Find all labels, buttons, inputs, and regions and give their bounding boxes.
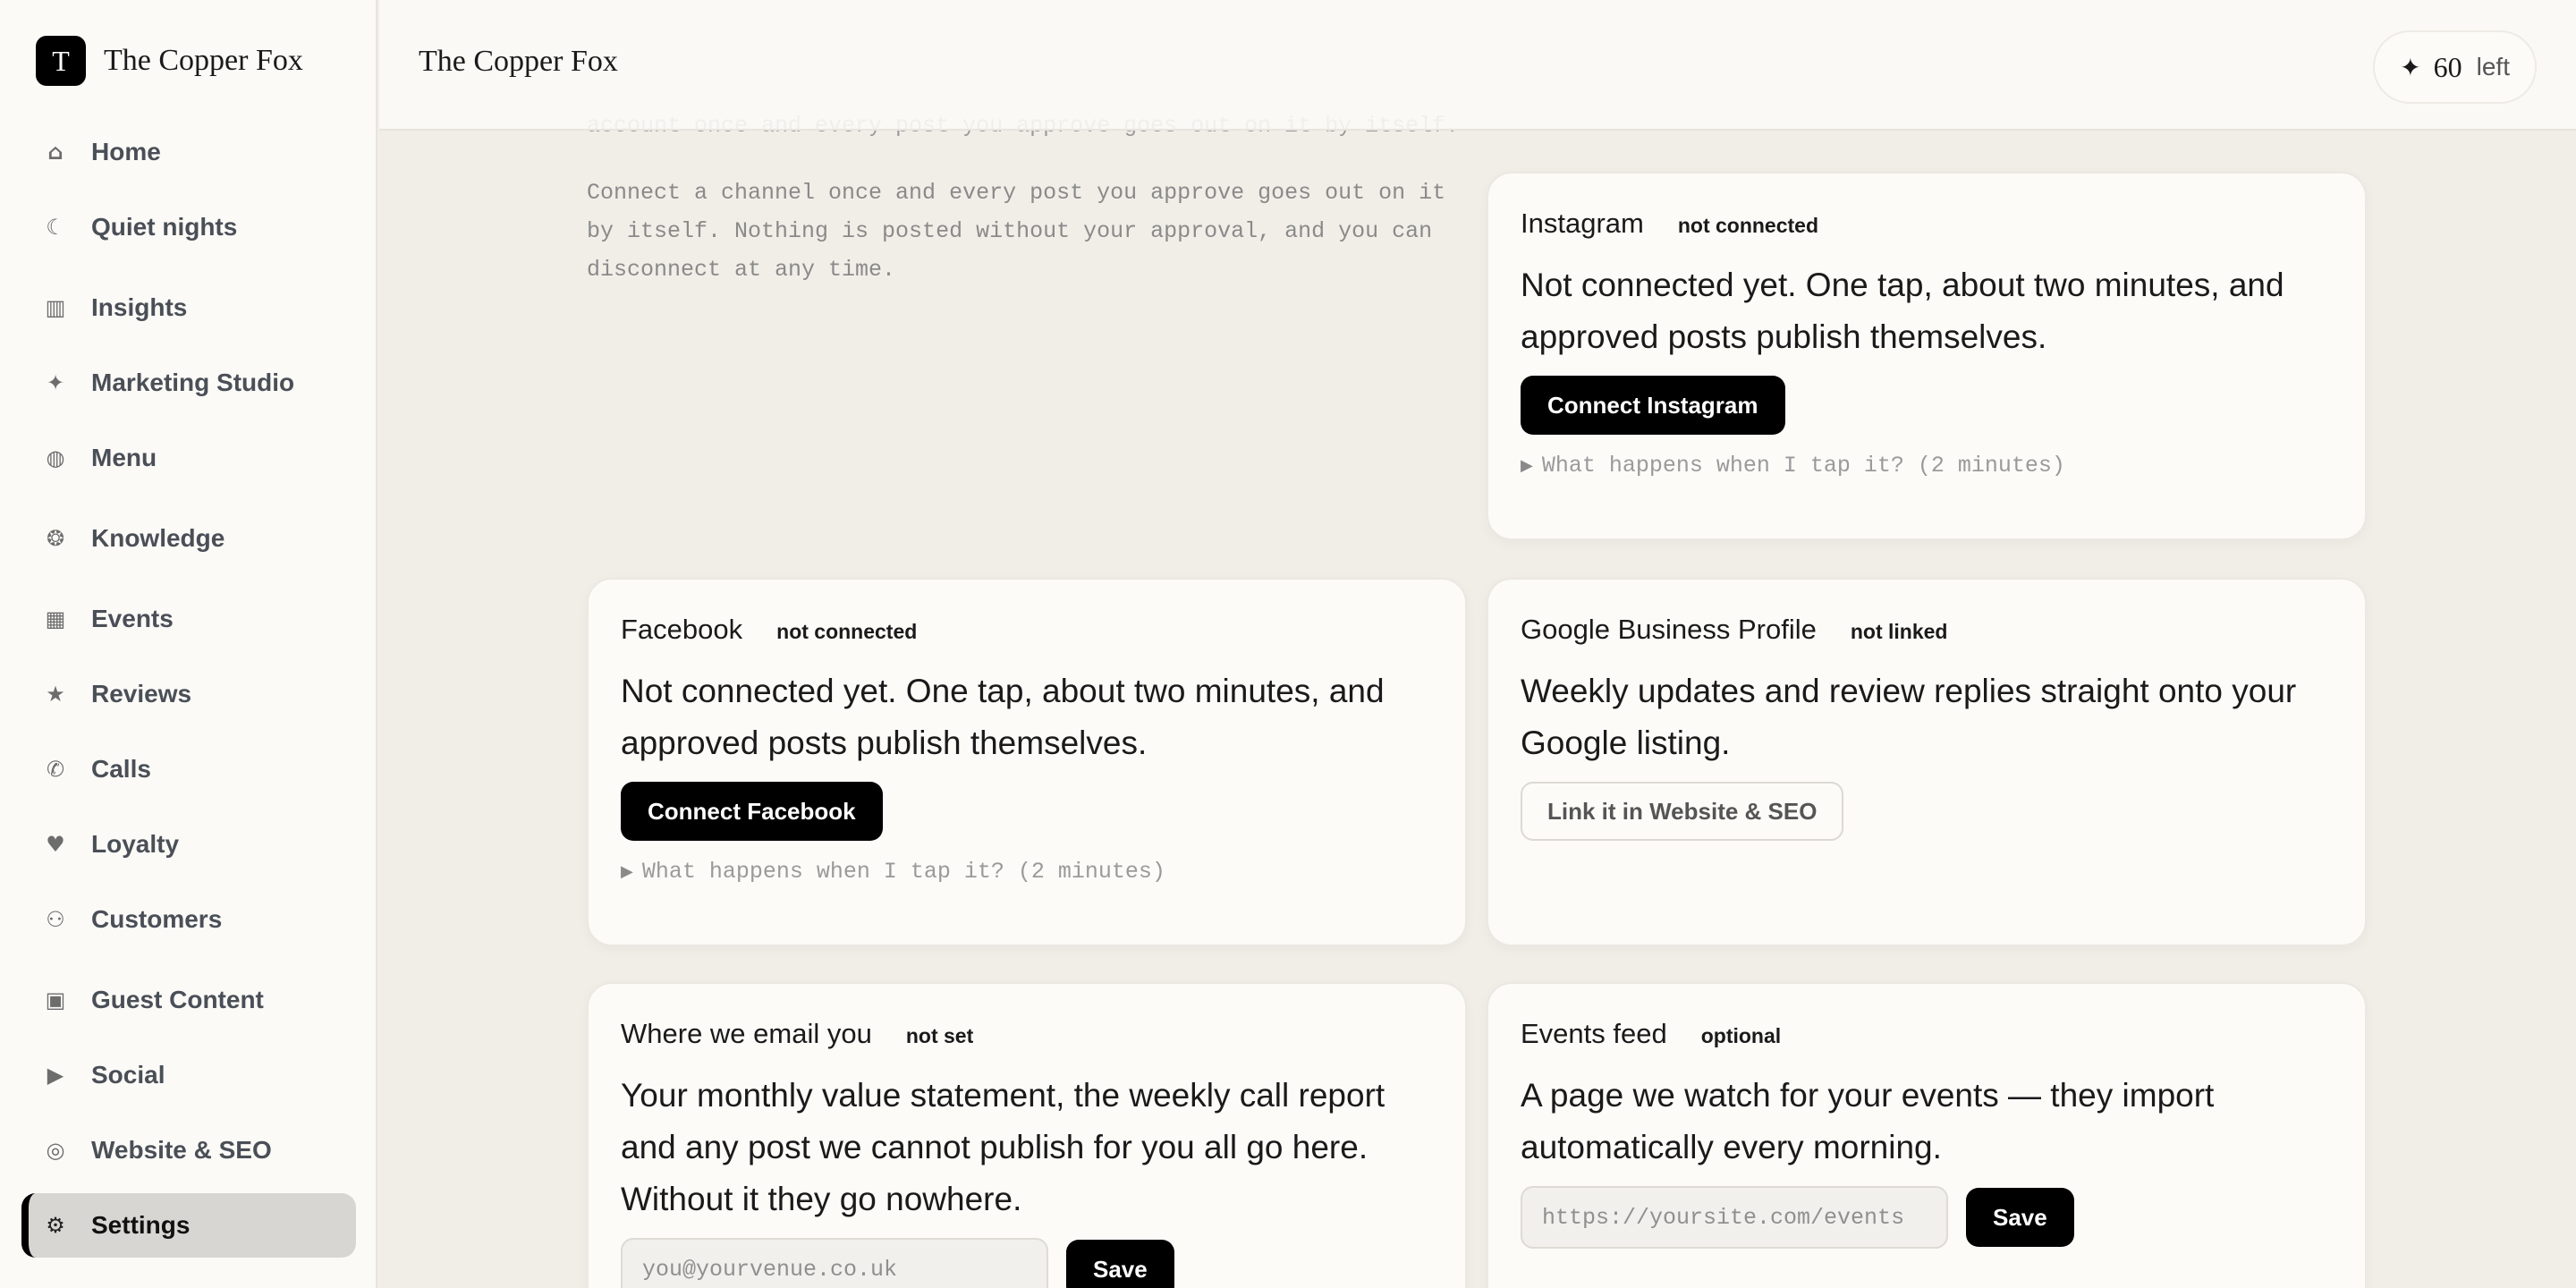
bar-chart-icon: ▥ [45, 295, 66, 320]
sidebar-item-home[interactable]: ⌂ Home [21, 120, 356, 184]
instagram-details-toggle[interactable]: ▶ What happens when I tap it? (2 minutes… [1521, 453, 2065, 479]
gear-icon: ⚙ [46, 1213, 65, 1238]
credits-suffix: left [2476, 53, 2510, 80]
heart-icon: ♥ [46, 832, 65, 857]
card-description: Weekly updates and review replies straig… [1521, 673, 2297, 761]
card-description: Not connected yet. One tap, about two mi… [621, 673, 1385, 761]
calendar-icon: ▦ [45, 606, 66, 631]
status-badge: not set [905, 1024, 974, 1047]
globe-icon: ◎ [46, 1138, 65, 1163]
clapper-icon: ▣ [45, 987, 66, 1013]
sidebar-item-label: Knowledge [91, 524, 225, 552]
card-title: Where we email you [621, 1018, 872, 1049]
sidebar-item-label: Marketing Studio [91, 369, 295, 396]
card-title: Events feed [1521, 1018, 1667, 1049]
sidebar-item-settings[interactable]: ⚙ Settings [21, 1193, 356, 1258]
top-bar: The Copper Fox ✦ 60 left [379, 0, 2576, 131]
star-icon: ★ [46, 682, 65, 707]
sidebar-item-label: Loyalty [91, 830, 180, 858]
plate-icon: ◍ [46, 445, 65, 470]
sidebar-item-label: Customers [91, 905, 223, 933]
card-title: Facebook [621, 614, 743, 645]
sidebar-item-label: Calls [91, 755, 151, 783]
sidebar-item-label: Insights [91, 293, 188, 321]
sidebar-item-knowledge[interactable]: ❂ Knowledge [21, 506, 356, 571]
home-icon: ⌂ [47, 140, 64, 165]
sidebar-item-guest-content[interactable]: ▣ Guest Content [21, 968, 356, 1032]
sidebar-item-loyalty[interactable]: ♥ Loyalty [21, 812, 356, 877]
credits-pill[interactable]: ✦ 60 left [2373, 30, 2537, 104]
card-description: Not connected yet. One tap, about two mi… [1521, 267, 2284, 355]
moon-icon: ☾ [46, 215, 65, 240]
sidebar-item-marketing-studio[interactable]: ✦ Marketing Studio [21, 351, 356, 415]
status-badge: not linked [1850, 620, 1948, 643]
sidebar-item-events[interactable]: ▦ Events [21, 587, 356, 651]
sparkle-icon: ✦ [46, 370, 65, 395]
disclosure-triangle-icon: ▶ [621, 862, 633, 881]
connect-facebook-button[interactable]: Connect Facebook [621, 782, 883, 841]
details-summary: What happens when I tap it? (2 minutes) [1541, 453, 2065, 479]
link-website-seo-button[interactable]: Link it in Website & SEO [1521, 782, 1844, 841]
sidebar-item-label: Social [91, 1061, 165, 1089]
sidebar-item-menu[interactable]: ◍ Menu [21, 426, 356, 490]
disclosure-triangle-icon: ▶ [1521, 456, 1533, 475]
credits-count: 60 [2433, 50, 2462, 83]
sidebar-item-label: Quiet nights [91, 213, 238, 241]
venue-title: The Copper Fox [419, 45, 618, 78]
people-icon: ⚇ [46, 907, 65, 932]
sidebar-item-website-seo[interactable]: ◎ Website & SEO [21, 1118, 356, 1182]
sidebar-item-label: Events [91, 605, 174, 632]
sidebar-item-label: Website & SEO [91, 1136, 272, 1164]
intro-text: Connect a channel once and every post yo… [587, 180, 1446, 283]
save-events-button[interactable]: Save [1966, 1188, 2074, 1247]
events-feed-card: Events feed optional A page we watch for… [1487, 982, 2367, 1288]
email-card: Where we email you not set Your monthly … [587, 982, 1467, 1288]
status-badge: optional [1700, 1024, 1782, 1047]
card-title: Google Business Profile [1521, 614, 1817, 645]
sidebar-item-label: Home [91, 138, 161, 165]
connect-instagram-button[interactable]: Connect Instagram [1521, 376, 1785, 435]
details-summary: What happens when I tap it? (2 minutes) [641, 859, 1165, 885]
sidebar: T The Copper Fox ⌂ Home ☾ Quiet nights ▥ Insi… [0, 0, 377, 1288]
status-badge: not connected [776, 620, 918, 643]
brand-logo: T [36, 36, 86, 86]
brand[interactable]: T The Copper Fox [36, 36, 303, 86]
sidebar-item-label: Settings [91, 1211, 191, 1239]
card-title: Instagram [1521, 208, 1644, 239]
save-email-button[interactable]: Save [1066, 1240, 1174, 1288]
events-url-input[interactable]: https://yoursite.com/events [1521, 1186, 1948, 1249]
sidebar-item-label: Guest Content [91, 986, 264, 1013]
brand-name: The Copper Fox [104, 44, 303, 77]
email-input[interactable]: you@yourvenue.co.uk [621, 1238, 1048, 1288]
status-badge: not connected [1677, 214, 1819, 237]
facebook-details-toggle[interactable]: ▶ What happens when I tap it? (2 minutes… [621, 859, 1165, 885]
facebook-card: Facebook not connected Not connected yet… [587, 578, 1467, 946]
sidebar-item-social[interactable]: ▶ Social [21, 1043, 356, 1107]
google-business-card: Google Business Profile not linked Weekl… [1487, 578, 2367, 946]
sparkle-icon: ✦ [2400, 52, 2421, 82]
card-description: Your monthly value statement, the weekly… [621, 1077, 1385, 1217]
sidebar-item-label: Menu [91, 444, 157, 471]
sidebar-item-calls[interactable]: ✆ Calls [21, 737, 356, 801]
card-description: A page we watch for your events — they i… [1521, 1077, 2215, 1165]
sidebar-item-customers[interactable]: ⚇ Customers [21, 887, 356, 952]
sidebar-item-insights[interactable]: ▥ Insights [21, 275, 356, 340]
sidebar-item-reviews[interactable]: ★ Reviews [21, 662, 356, 726]
play-icon: ▶ [47, 1063, 64, 1088]
brain-icon: ❂ [46, 526, 65, 551]
sidebar-item-quiet-nights[interactable]: ☾ Quiet nights [21, 195, 356, 259]
phone-icon: ✆ [46, 757, 65, 782]
instagram-card: Instagram not connected Not connected ye… [1487, 172, 2367, 540]
sidebar-item-label: Reviews [91, 680, 192, 708]
